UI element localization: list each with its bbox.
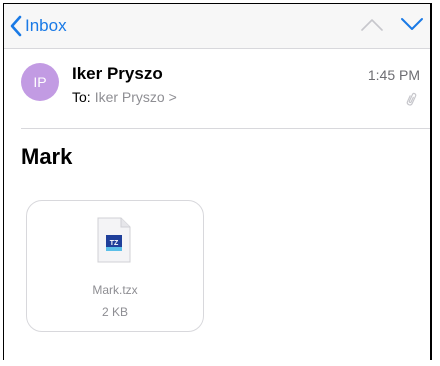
- next-message-button[interactable]: [400, 16, 424, 37]
- recipient-line[interactable]: To: Iker Pryszo >: [72, 89, 177, 105]
- attachment-size: 2 KB: [101, 305, 128, 319]
- message-time: 1:45 PM: [367, 67, 420, 83]
- paperclip-icon: [406, 91, 418, 112]
- back-to-inbox-button[interactable]: Inbox: [10, 13, 67, 39]
- to-label: To:: [72, 89, 91, 105]
- chevron-left-icon: [10, 15, 22, 37]
- back-label: Inbox: [25, 16, 67, 35]
- navigation-bar: Inbox: [4, 4, 430, 49]
- attachment-card[interactable]: TZ Mark.tzx 2 KB: [26, 200, 204, 332]
- sender-name[interactable]: Iker Pryszo: [72, 64, 163, 84]
- chevron-down-icon: [401, 18, 423, 30]
- document-icon: TZ: [97, 217, 131, 268]
- chevron-up-icon: [361, 19, 383, 31]
- header-divider: [21, 128, 430, 129]
- file-badge-text: TZ: [110, 240, 119, 247]
- recipient-name[interactable]: Iker Pryszo >: [95, 89, 177, 105]
- attachment-filename: Mark.tzx: [92, 283, 138, 297]
- mail-message-view: Inbox IP Iker Pryszo To: Iker Pryszo > 1:…: [3, 3, 432, 360]
- message-header: IP Iker Pryszo To: Iker Pryszo > 1:45 PM: [4, 49, 430, 128]
- previous-message-button[interactable]: [360, 16, 384, 37]
- avatar[interactable]: IP: [21, 63, 59, 101]
- message-subject: Mark: [21, 144, 73, 169]
